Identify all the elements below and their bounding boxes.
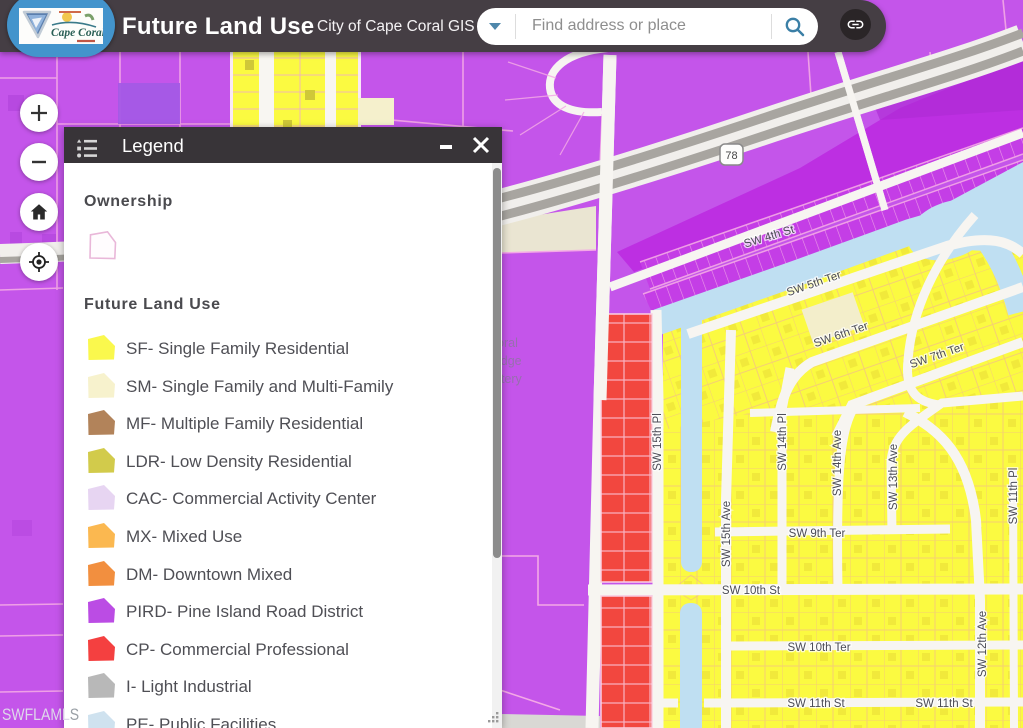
svg-text:SW 14th Pl: SW 14th Pl	[777, 413, 789, 471]
svg-text:SW 10th Ter: SW 10th Ter	[787, 642, 850, 654]
svg-text:SW 11th Pl: SW 11th Pl	[1008, 468, 1020, 525]
svg-text:SW 11th St: SW 11th St	[787, 698, 845, 710]
svg-text:Cape Coral: Cape Coral	[51, 27, 103, 39]
svg-text:SW 11th St: SW 11th St	[915, 698, 973, 710]
svg-text:SW 9th Ter: SW 9th Ter	[789, 528, 846, 540]
svg-text:SW 14th Ave: SW 14th Ave	[832, 430, 844, 496]
svg-text:SW 15th Pl: SW 15th Pl	[652, 413, 664, 471]
svg-text:SW 15th Ave: SW 15th Ave	[721, 501, 733, 567]
svg-text:SW 13th Ave: SW 13th Ave	[888, 444, 900, 510]
svg-text:78: 78	[725, 150, 737, 162]
svg-text:SW 10th St: SW 10th St	[722, 585, 781, 597]
svg-text:SW 12th Ave: SW 12th Ave	[977, 611, 989, 677]
